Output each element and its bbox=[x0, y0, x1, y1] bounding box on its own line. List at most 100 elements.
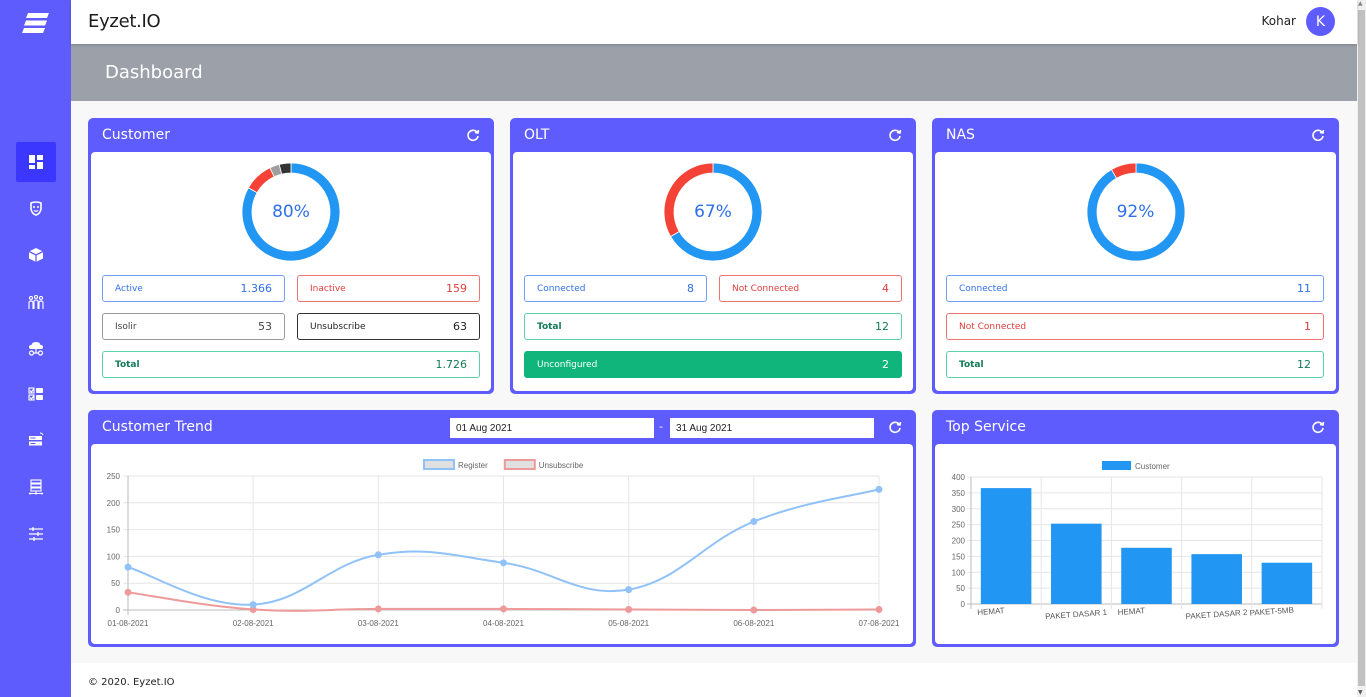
stat-not-connected[interactable]: Not Connected 1 bbox=[946, 313, 1324, 340]
legend-label[interactable]: Customer bbox=[1135, 462, 1170, 471]
olt-card: OLT 67% Connected 8 Not Connected 4 Tota… bbox=[510, 118, 916, 394]
stat-connected[interactable]: Connected 8 bbox=[524, 275, 707, 302]
sidebar-item-network[interactable] bbox=[16, 328, 56, 368]
refresh-icon[interactable] bbox=[466, 128, 480, 142]
legend-label[interactable]: Unsubscribe bbox=[539, 461, 584, 470]
stat-isolir[interactable]: Isolir 53 bbox=[102, 313, 285, 340]
sidebar-item-customer[interactable] bbox=[16, 188, 56, 228]
data-point-register[interactable] bbox=[875, 485, 883, 493]
sidebar-item-users[interactable] bbox=[16, 282, 56, 322]
sidebar-item-checklist[interactable] bbox=[16, 374, 56, 414]
data-point-unsubscribe[interactable] bbox=[750, 606, 758, 614]
user-name[interactable]: Kohar bbox=[1261, 14, 1296, 28]
stat-value: 63 bbox=[453, 320, 467, 333]
date-to-input[interactable] bbox=[670, 418, 874, 438]
logo-icon[interactable] bbox=[22, 12, 50, 34]
stat-total[interactable]: Total 12 bbox=[946, 351, 1324, 378]
scrollbar-thumb[interactable] bbox=[1358, 10, 1365, 686]
sidebar-item-server[interactable] bbox=[16, 467, 56, 507]
y-tick-label: 200 bbox=[952, 537, 966, 546]
y-tick-label: 250 bbox=[107, 472, 121, 481]
customer-trend-line-chart: 0 50 100 150 200 250 01-08-2021 02-08-2021 03-08… bbox=[107, 459, 900, 628]
footer: © 2020. Eyzet.IO bbox=[71, 663, 1357, 697]
stat-value: 12 bbox=[875, 320, 889, 333]
y-tick-label: 150 bbox=[107, 526, 121, 535]
stat-label: Not Connected bbox=[959, 321, 1027, 332]
stat-not-connected[interactable]: Not Connected 4 bbox=[719, 275, 902, 302]
x-tick-label: PAKET DASAR 1 bbox=[1045, 608, 1108, 621]
refresh-icon[interactable] bbox=[888, 420, 902, 434]
sidebar-item-package[interactable] bbox=[16, 235, 56, 275]
sliders-icon bbox=[29, 527, 43, 541]
topbar: Eyzet.IO Kohar K bbox=[71, 0, 1357, 44]
nas-card: NAS 92% Connected 11 Not Connected 1 Tot… bbox=[932, 118, 1339, 394]
box-icon bbox=[28, 248, 44, 262]
stat-total[interactable]: Total 12 bbox=[524, 313, 902, 340]
donut-percent: 67% bbox=[694, 202, 732, 222]
y-tick-label: 50 bbox=[956, 584, 965, 593]
people-group-icon bbox=[28, 294, 44, 309]
data-point-register[interactable] bbox=[374, 551, 382, 559]
refresh-icon[interactable] bbox=[888, 128, 902, 142]
stat-value: 12 bbox=[1297, 358, 1311, 371]
data-point-register[interactable] bbox=[625, 586, 633, 594]
scroll-down-arrow-icon[interactable]: ▼ bbox=[1358, 690, 1363, 696]
stat-value: 1.366 bbox=[240, 282, 273, 295]
data-point-register[interactable] bbox=[124, 563, 132, 571]
data-point-unsubscribe[interactable] bbox=[625, 605, 633, 613]
stat-active[interactable]: Active 1.366 bbox=[102, 275, 285, 302]
x-tick-label: 01-08-2021 bbox=[108, 619, 149, 628]
scroll-up-arrow-icon[interactable]: ▲ bbox=[1358, 1, 1363, 7]
avatar[interactable]: K bbox=[1306, 7, 1335, 36]
data-point-unsubscribe[interactable] bbox=[374, 605, 382, 613]
data-point-unsubscribe[interactable] bbox=[124, 588, 132, 596]
legend-swatch[interactable] bbox=[503, 459, 536, 470]
stat-label: Inactive bbox=[310, 283, 346, 294]
page-title: Dashboard bbox=[105, 62, 203, 83]
stat-inactive[interactable]: Inactive 159 bbox=[297, 275, 480, 302]
date-from-input[interactable] bbox=[450, 418, 654, 438]
data-point-register[interactable] bbox=[249, 601, 257, 609]
stat-value: 1.726 bbox=[435, 358, 468, 371]
top-service-card: Top Service 0 50 100 150 200 250 300 350 400 Cust… bbox=[932, 410, 1339, 647]
data-point-register[interactable] bbox=[500, 559, 507, 567]
y-tick-label: 100 bbox=[952, 568, 966, 577]
stat-label: Unsubscribe bbox=[310, 321, 366, 332]
stat-label: Connected bbox=[537, 283, 586, 294]
x-tick-label: 05-08-2021 bbox=[608, 619, 649, 628]
donut-percent: 80% bbox=[272, 202, 310, 222]
y-tick-label: 0 bbox=[961, 600, 966, 609]
stat-label: Connected bbox=[959, 283, 1008, 294]
bar[interactable] bbox=[1191, 554, 1242, 604]
legend-label[interactable]: Register bbox=[458, 461, 488, 470]
stat-value: 4 bbox=[882, 282, 889, 295]
refresh-icon[interactable] bbox=[1311, 128, 1325, 142]
stat-value: 8 bbox=[687, 282, 694, 295]
top-service-bar-chart: 0 50 100 150 200 250 300 350 400 Customer HEMAT PAK… bbox=[952, 461, 1323, 621]
bar[interactable] bbox=[1121, 547, 1172, 604]
legend-swatch[interactable] bbox=[1102, 461, 1131, 470]
legend-swatch[interactable] bbox=[423, 459, 455, 470]
y-tick-label: 350 bbox=[952, 489, 966, 498]
sidebar-item-settings[interactable] bbox=[16, 514, 56, 554]
refresh-icon[interactable] bbox=[1311, 420, 1325, 434]
card-title: Customer bbox=[102, 127, 171, 143]
sidebar-item-dashboard[interactable] bbox=[16, 142, 56, 182]
bar[interactable] bbox=[1261, 562, 1313, 604]
stat-label: Total bbox=[537, 321, 562, 332]
page-scrollbar[interactable]: ▲ ▼ bbox=[1357, 0, 1366, 697]
bar[interactable] bbox=[1051, 523, 1102, 604]
data-point-unsubscribe[interactable] bbox=[875, 605, 883, 613]
dashboard-icon bbox=[29, 155, 43, 169]
data-point-unsubscribe[interactable] bbox=[500, 605, 507, 613]
bar[interactable] bbox=[980, 488, 1032, 604]
stat-unsubscribe[interactable]: Unsubscribe 63 bbox=[297, 313, 480, 340]
sidebar-item-router[interactable] bbox=[16, 420, 56, 460]
stat-connected[interactable]: Connected 11 bbox=[946, 275, 1324, 302]
card-title: Top Service bbox=[946, 419, 1026, 435]
stat-value: 2 bbox=[882, 358, 889, 371]
stat-total[interactable]: Total 1.726 bbox=[102, 351, 480, 378]
data-point-register[interactable] bbox=[750, 518, 758, 526]
stat-value: 53 bbox=[258, 320, 272, 333]
stat-unconfigured[interactable]: Unconfigured 2 bbox=[524, 351, 902, 378]
